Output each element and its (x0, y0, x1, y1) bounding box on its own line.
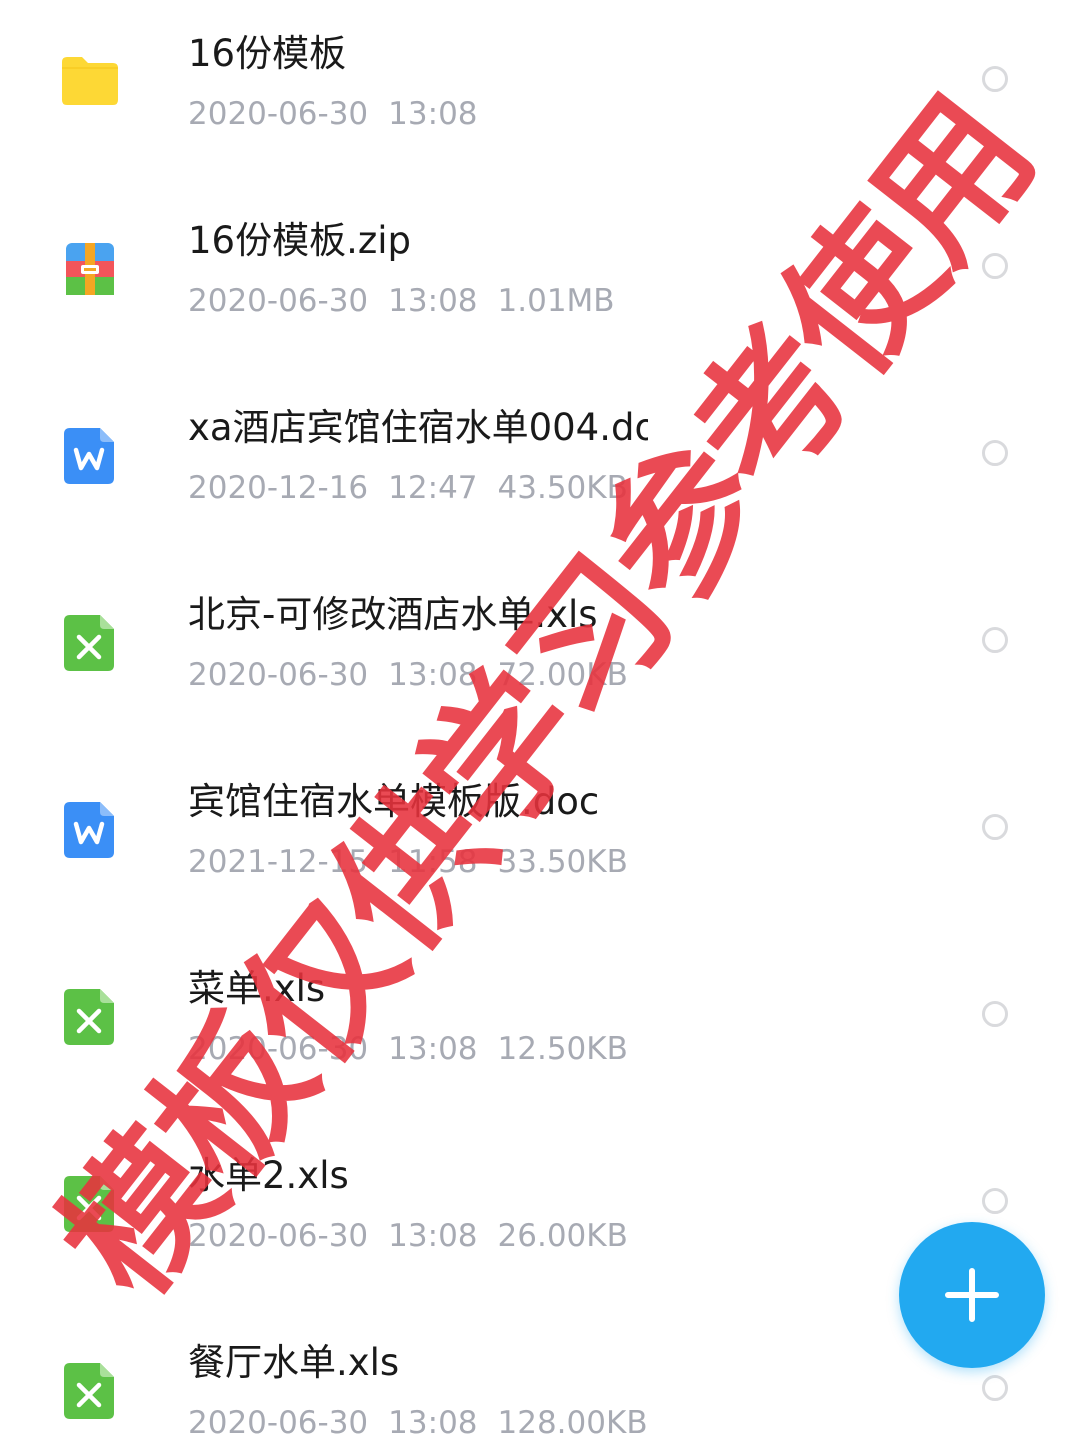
folder-icon (60, 52, 120, 112)
file-name: 16份模板 (188, 32, 347, 75)
select-radio[interactable] (982, 253, 1008, 279)
file-meta: 2020-06-30 13:08 1.01MB (188, 281, 635, 321)
file-meta: 2020-06-30 13:08 26.00KB (188, 1216, 648, 1256)
file-name: 水单2.xls (188, 1154, 349, 1197)
file-name: 16份模板.zip (188, 219, 412, 262)
list-item[interactable]: 16份模板 2020-06-30 13:08 (0, 0, 1074, 187)
file-time: 13:08 (388, 1218, 478, 1254)
excel-icon (60, 613, 120, 673)
select-radio[interactable] (982, 1001, 1008, 1027)
file-date: 2020-06-30 (188, 657, 369, 693)
file-size: 1.01MB (497, 283, 615, 319)
zip-icon (60, 239, 120, 299)
select-radio[interactable] (982, 627, 1008, 653)
add-button[interactable] (899, 1222, 1045, 1368)
file-name: 北京-可修改酒店水单.xls (188, 593, 598, 636)
file-date: 2020-06-30 (188, 1405, 369, 1438)
file-date: 2020-06-30 (188, 1031, 369, 1067)
list-item[interactable]: 菜单.xls 2020-06-30 13:08 12.50KB (0, 935, 1074, 1122)
file-name: 菜单.xls (188, 967, 326, 1010)
file-name: xa酒店宾馆住宿水单004.doc (188, 406, 648, 449)
file-time: 13:08 (388, 1031, 478, 1067)
file-time: 13:08 (388, 657, 478, 693)
file-meta: 2021-12-15 11:58 33.50KB (188, 842, 648, 882)
excel-icon (60, 1361, 120, 1421)
file-size: 43.50KB (497, 470, 628, 506)
file-date: 2020-12-16 (188, 470, 369, 506)
list-item[interactable]: 北京-可修改酒店水单.xls 2020-06-30 13:08 72.00KB (0, 561, 1074, 748)
file-size: 26.00KB (497, 1218, 628, 1254)
word-icon (60, 426, 120, 486)
file-list: 16份模板 2020-06-30 13:08 16份模板.zip 2020-06-… (0, 0, 1074, 1438)
file-size: 12.50KB (497, 1031, 628, 1067)
select-radio[interactable] (982, 1188, 1008, 1214)
file-time: 13:08 (388, 96, 478, 132)
file-date: 2020-06-30 (188, 96, 369, 132)
plus-icon (945, 1268, 999, 1322)
file-meta: 2020-06-30 13:08 12.50KB (188, 1029, 648, 1069)
select-radio[interactable] (982, 440, 1008, 466)
file-meta: 2020-06-30 13:08 128.00KB (188, 1403, 668, 1438)
file-time: 13:08 (388, 283, 478, 319)
file-size: 33.50KB (497, 844, 628, 880)
file-time: 12:47 (388, 470, 478, 506)
file-time: 11:58 (388, 844, 478, 880)
excel-icon (60, 987, 120, 1047)
select-radio[interactable] (982, 814, 1008, 840)
word-icon (60, 800, 120, 860)
list-item[interactable]: 宾馆住宿水单模板版.doc 2021-12-15 11:58 33.50KB (0, 748, 1074, 935)
file-meta: 2020-06-30 13:08 72.00KB (188, 655, 648, 695)
file-meta: 2020-12-16 12:47 43.50KB (188, 468, 648, 508)
file-size: 128.00KB (497, 1405, 648, 1438)
file-date: 2021-12-15 (188, 844, 369, 880)
file-name: 宾馆住宿水单模板版.doc (188, 780, 600, 823)
file-meta: 2020-06-30 13:08 (188, 94, 518, 134)
file-size: 72.00KB (497, 657, 628, 693)
file-date: 2020-06-30 (188, 1218, 369, 1254)
select-radio[interactable] (982, 1375, 1008, 1401)
file-name: 餐厅水单.xls (188, 1341, 400, 1384)
list-item[interactable]: 16份模板.zip 2020-06-30 13:08 1.01MB (0, 187, 1074, 374)
select-radio[interactable] (982, 66, 1008, 92)
file-date: 2020-06-30 (188, 283, 369, 319)
list-item[interactable]: xa酒店宾馆住宿水单004.doc 2020-12-16 12:47 43.50KB (0, 374, 1074, 561)
excel-icon (60, 1174, 120, 1234)
file-time: 13:08 (388, 1405, 478, 1438)
